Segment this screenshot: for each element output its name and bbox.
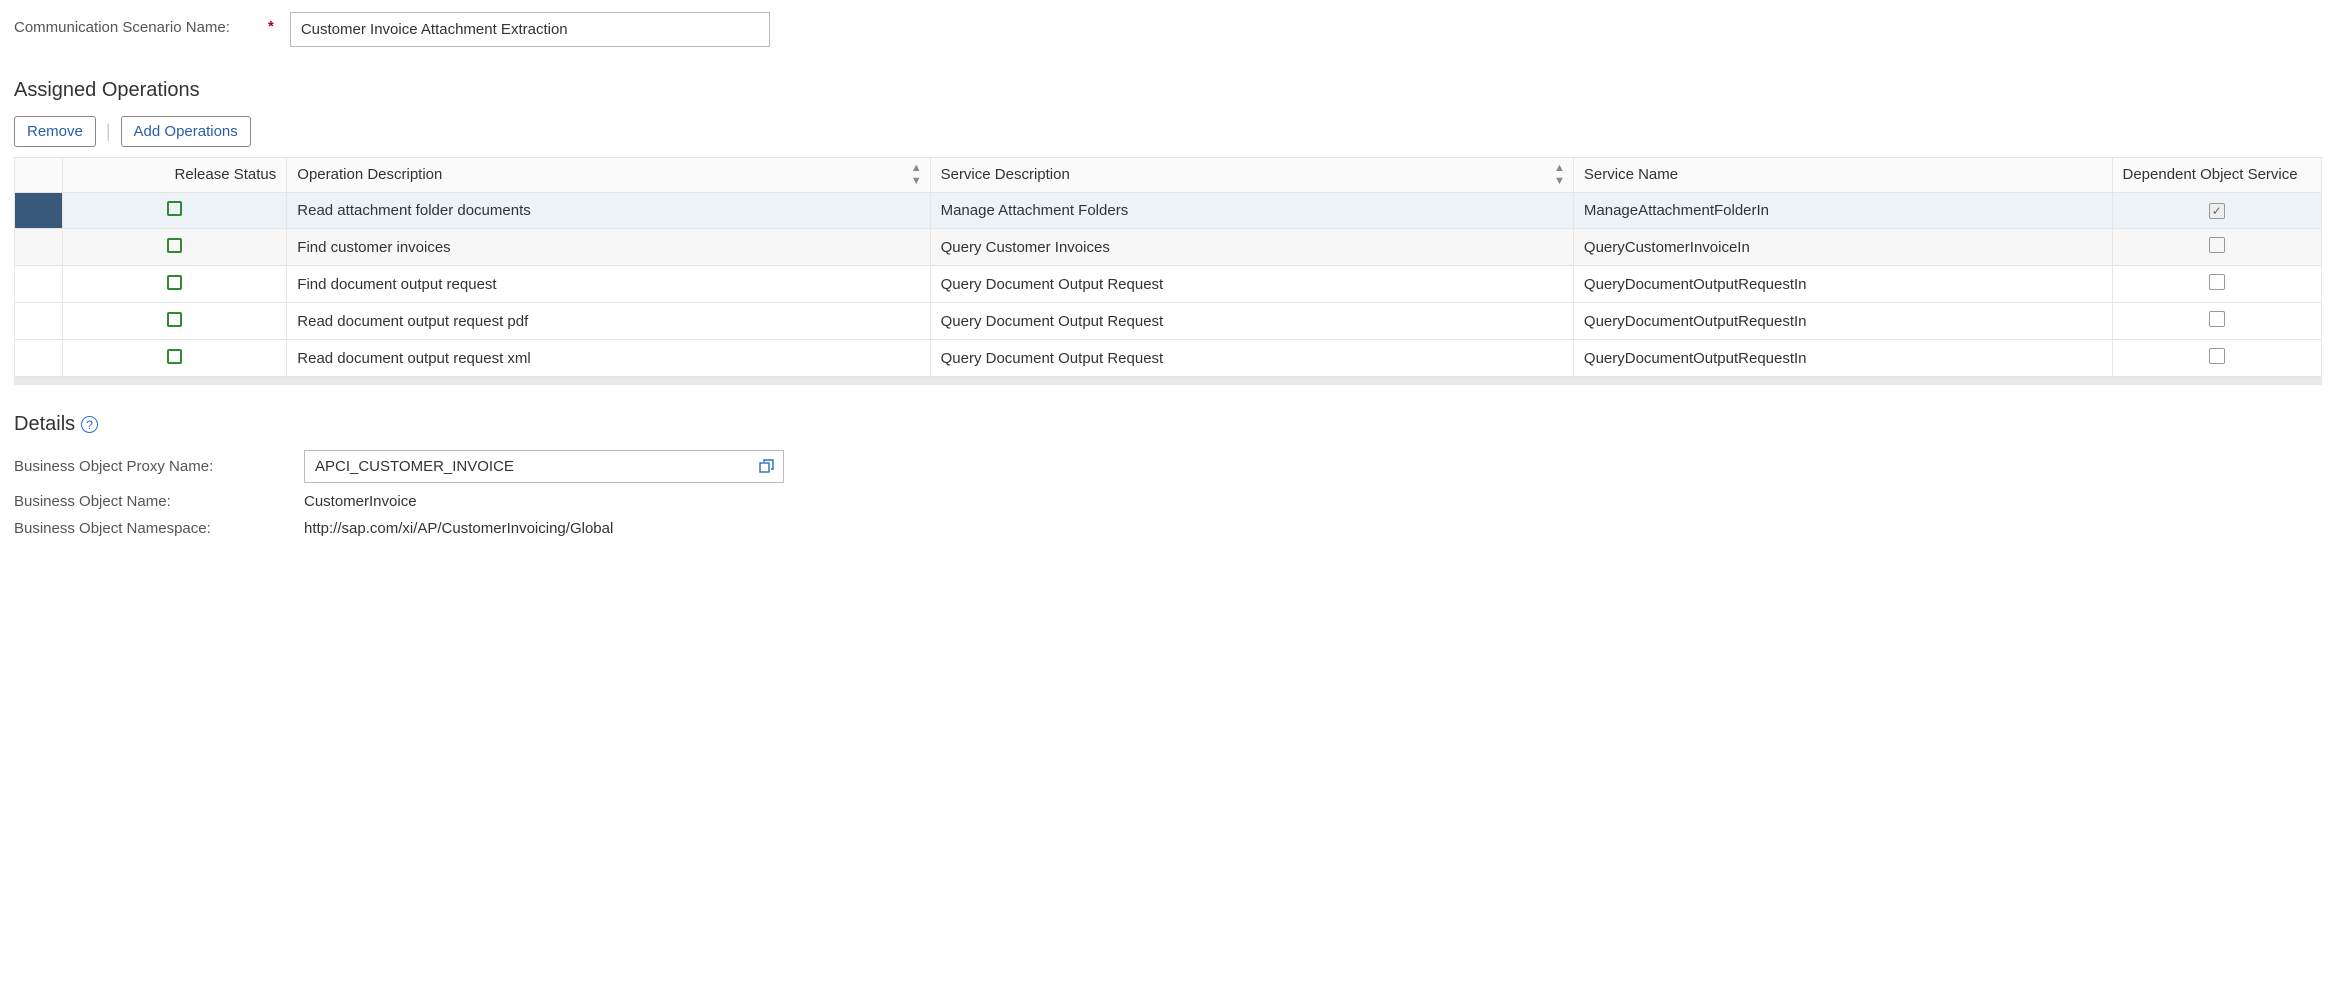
operation-description-cell: Find document output request — [287, 266, 930, 303]
operation-description-cell: Read document output request pdf — [287, 303, 930, 340]
service-name-cell: QueryDocumentOutputRequestIn — [1573, 303, 2112, 340]
col-header-service-name-label: Service Name — [1584, 166, 1678, 183]
service-description-cell: Query Document Output Request — [930, 266, 1573, 303]
col-header-service-name[interactable]: Service Name — [1573, 158, 2112, 193]
released-status-icon — [167, 349, 182, 364]
bo-name-value: CustomerInvoice — [304, 493, 417, 510]
col-header-service-description[interactable]: Service Description ▲▼ — [930, 158, 1573, 193]
service-description-cell: Query Customer Invoices — [930, 229, 1573, 266]
release-status-cell — [62, 266, 286, 303]
scenario-name-label: Communication Scenario Name: — [14, 12, 264, 38]
col-header-service-description-label: Service Description — [941, 166, 1070, 183]
dependent-cell — [2112, 340, 2322, 377]
released-status-icon — [167, 275, 182, 290]
required-indicator: * — [268, 12, 274, 35]
row-selector-cell[interactable] — [15, 193, 63, 229]
details-title: Details ? — [14, 413, 2322, 436]
operation-description-cell: Read attachment folder documents — [287, 193, 930, 229]
table-row[interactable]: Find customer invoicesQuery Customer Inv… — [15, 229, 2322, 266]
table-scrollbar[interactable] — [14, 377, 2322, 385]
dependent-checkbox[interactable] — [2209, 348, 2225, 364]
bo-ns-row: Business Object Namespace: http://sap.co… — [14, 520, 2322, 537]
bo-name-row: Business Object Name: CustomerInvoice — [14, 493, 2322, 510]
service-description-cell: Query Document Output Request — [930, 340, 1573, 377]
col-header-operation-description[interactable]: Operation Description ▲▼ — [287, 158, 930, 193]
table-row[interactable]: Find document output requestQuery Docume… — [15, 266, 2322, 303]
assigned-operations-title: Assigned Operations — [14, 79, 2322, 102]
col-header-release-status-label: Release Status — [175, 166, 277, 183]
release-status-cell — [62, 193, 286, 229]
dependent-checkbox[interactable] — [2209, 274, 2225, 290]
sort-icon[interactable]: ▲▼ — [911, 162, 920, 188]
table-header-row: Release Status Operation Description ▲▼ … — [15, 158, 2322, 193]
released-status-icon — [167, 312, 182, 327]
dependent-cell — [2112, 266, 2322, 303]
bo-ns-value: http://sap.com/xi/AP/CustomerInvoicing/G… — [304, 520, 613, 537]
col-header-selector — [15, 158, 63, 193]
row-selector-cell[interactable] — [15, 303, 63, 340]
value-help-icon[interactable] — [759, 459, 775, 475]
col-header-dependent-label: Dependent Object Service — [2123, 166, 2298, 183]
released-status-icon — [167, 201, 182, 216]
bo-name-label: Business Object Name: — [14, 493, 304, 510]
released-status-icon — [167, 238, 182, 253]
service-name-cell: ManageAttachmentFolderIn — [1573, 193, 2112, 229]
operations-toolbar: Remove | Add Operations — [14, 116, 2322, 147]
toolbar-separator: | — [106, 121, 111, 142]
proxy-name-row: Business Object Proxy Name: — [14, 450, 2322, 483]
release-status-cell — [62, 303, 286, 340]
sort-icon[interactable]: ▲▼ — [1554, 162, 1563, 188]
row-selector-cell[interactable] — [15, 266, 63, 303]
table-row[interactable]: Read attachment folder documentsManage A… — [15, 193, 2322, 229]
row-selector-cell[interactable] — [15, 340, 63, 377]
dependent-cell: ✓ — [2112, 193, 2322, 229]
dependent-cell — [2112, 229, 2322, 266]
service-name-cell: QueryDocumentOutputRequestIn — [1573, 340, 2112, 377]
table-row[interactable]: Read document output request xmlQuery Do… — [15, 340, 2322, 377]
service-name-cell: QueryDocumentOutputRequestIn — [1573, 266, 2112, 303]
col-header-release-status[interactable]: Release Status — [62, 158, 286, 193]
service-name-cell: QueryCustomerInvoiceIn — [1573, 229, 2112, 266]
help-icon[interactable]: ? — [81, 416, 98, 433]
dependent-checkbox[interactable]: ✓ — [2209, 203, 2225, 219]
service-description-cell: Query Document Output Request — [930, 303, 1573, 340]
table-row[interactable]: Read document output request pdfQuery Do… — [15, 303, 2322, 340]
add-operations-button[interactable]: Add Operations — [121, 116, 251, 147]
dependent-checkbox[interactable] — [2209, 237, 2225, 253]
scenario-name-row: Communication Scenario Name: * — [14, 12, 2322, 47]
operation-description-cell: Find customer invoices — [287, 229, 930, 266]
remove-button[interactable]: Remove — [14, 116, 96, 147]
proxy-name-field-wrapper — [304, 450, 784, 483]
col-header-operation-description-label: Operation Description — [297, 166, 442, 183]
row-selector-cell[interactable] — [15, 229, 63, 266]
release-status-cell — [62, 229, 286, 266]
bo-ns-label: Business Object Namespace: — [14, 520, 304, 537]
proxy-name-label: Business Object Proxy Name: — [14, 458, 304, 475]
details-title-label: Details — [14, 413, 75, 436]
service-description-cell: Manage Attachment Folders — [930, 193, 1573, 229]
operations-table: Release Status Operation Description ▲▼ … — [14, 157, 2322, 377]
dependent-cell — [2112, 303, 2322, 340]
dependent-checkbox[interactable] — [2209, 311, 2225, 327]
proxy-name-input[interactable] — [313, 457, 759, 476]
scenario-name-input[interactable] — [290, 12, 770, 47]
col-header-dependent[interactable]: Dependent Object Service — [2112, 158, 2322, 193]
operation-description-cell: Read document output request xml — [287, 340, 930, 377]
release-status-cell — [62, 340, 286, 377]
